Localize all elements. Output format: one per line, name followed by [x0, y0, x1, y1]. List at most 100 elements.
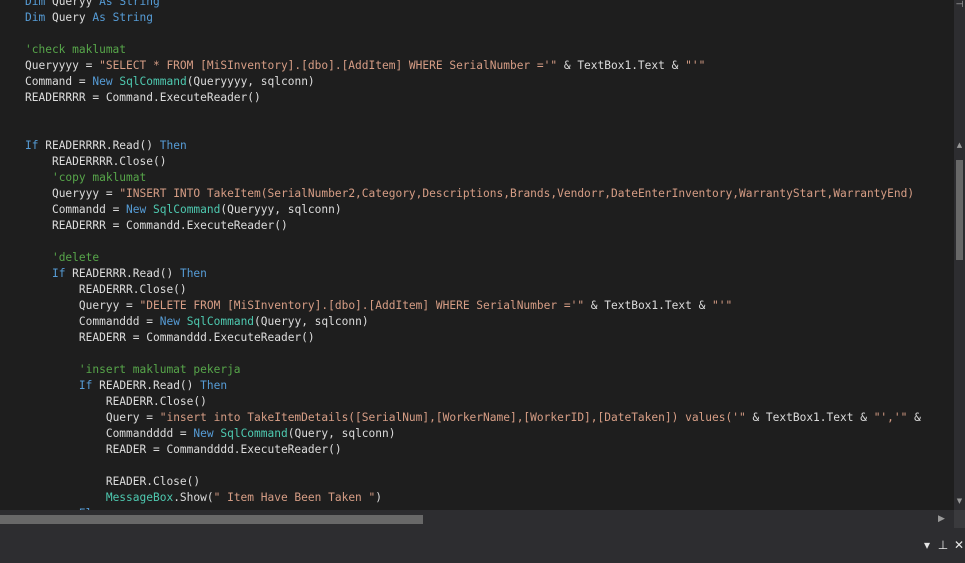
code-line: 'insert maklumat pekerja — [25, 362, 921, 378]
code-token-keyword: Dim — [25, 0, 46, 8]
code-line: Commandddd = New SqlCommand(Query, sqlco… — [25, 426, 921, 442]
code-token-string: "','" — [873, 411, 908, 424]
code-token-plain: (Queryyy, sqlconn) — [220, 203, 342, 216]
code-token-keyword: As — [92, 11, 106, 24]
code-token-string: "INSERT INTO TakeItem(SerialNumber2,Cate… — [119, 187, 915, 200]
code-token-plain: READERR.Close() — [105, 395, 207, 408]
code-token-plain: (Queryy, sqlconn) — [254, 315, 369, 328]
code-line: Dim Queryy As String — [25, 0, 921, 10]
code-token-keyword: If — [51, 267, 66, 280]
code-line: READERRRR.Close() — [25, 154, 921, 170]
code-token-plain: .Show( — [173, 491, 214, 504]
code-token-plain: Queryyy = — [51, 187, 120, 200]
code-token-comment: 'delete — [51, 251, 100, 264]
code-token-type: SqlCommand — [153, 203, 221, 216]
code-line: 'delete — [25, 250, 921, 266]
scroll-right-icon[interactable]: ▶ — [938, 513, 945, 525]
code-token-keyword: String — [112, 11, 154, 24]
code-line: READER.Close() — [25, 474, 921, 490]
split-icon[interactable]: ⊣ — [954, 0, 965, 11]
scrollbar-corner — [954, 510, 965, 528]
code-token-plain: & TextBox1.Text & — [557, 59, 686, 72]
code-token-keyword: New — [126, 203, 147, 216]
code-token-plain: Queryy — [45, 0, 100, 8]
scroll-down-icon[interactable]: ▼ — [954, 496, 965, 507]
code-token-plain: (Queryyyy, sqlconn) — [186, 75, 315, 88]
bottom-panel-bar: ▾ ⊥ ✕ — [0, 528, 965, 563]
code-token-type: SqlCommand — [220, 427, 288, 440]
code-token-plain: READERR.Read() — [92, 379, 201, 392]
code-token-string: "insert into TakeItemDetails([SerialNum]… — [159, 411, 746, 424]
code-line: READERRR.Close() — [25, 282, 921, 298]
code-token-comment: 'insert maklumat pekerja — [78, 363, 241, 376]
code-token-plain: READER.Close() — [105, 475, 201, 488]
code-token-plain: Commandd = — [51, 203, 127, 216]
code-line: MessageBox.Show(" Item Have Been Taken "… — [25, 490, 921, 506]
scroll-up-icon[interactable]: ▲ — [954, 140, 965, 151]
horizontal-scroll-thumb[interactable] — [0, 515, 423, 524]
code-token-plain: Query = — [105, 411, 160, 424]
code-token-string: "DELETE FROM [MiSInventory].[dbo].[AddIt… — [139, 299, 585, 312]
code-token-keyword: Then — [159, 139, 187, 152]
pin-icon[interactable]: ⊥ — [936, 538, 950, 552]
code-token-keyword: New — [159, 315, 180, 328]
code-line: Commandd = New SqlCommand(Queryyy, sqlco… — [25, 202, 921, 218]
code-token-plain: READER = Commandddd.ExecuteReader() — [105, 443, 342, 456]
code-token-keyword: As — [99, 0, 113, 8]
vertical-scrollbar[interactable]: ⊣ ▲ ▼ — [954, 0, 965, 510]
code-editor[interactable]: Dim Queryy As String Dim Query As String '… — [0, 0, 954, 510]
code-token-keyword: New — [193, 427, 214, 440]
code-token-plain: Queryyyy = — [25, 59, 100, 72]
code-token-comment: 'copy maklumat — [51, 171, 147, 184]
code-token-plain: READERRRR.Read() — [38, 139, 160, 152]
code-token-keyword: Dim — [25, 11, 46, 24]
code-token-plain: Query — [45, 11, 93, 24]
code-token-string: "'" — [685, 59, 706, 72]
code-token-type: MessageBox — [105, 491, 174, 504]
code-token-plain: READERRR.Read() — [65, 267, 180, 280]
code-token-string: "'" — [712, 299, 733, 312]
close-icon[interactable]: ✕ — [952, 538, 965, 552]
code-token-plain: ) — [375, 491, 383, 504]
code-line: Command = New SqlCommand(Queryyyy, sqlco… — [25, 74, 921, 90]
code-token-keyword: String — [119, 0, 160, 8]
code-line: 'check maklumat — [25, 42, 921, 58]
code-token-comment: 'check maklumat — [25, 43, 127, 56]
chevron-down-icon[interactable]: ▾ — [920, 538, 934, 552]
code-token-plain: & TextBox1.Text & — [584, 299, 713, 312]
code-line: Queryyy = "INSERT INTO TakeItem(SerialNu… — [25, 186, 921, 202]
code-lines: Dim Queryy As String Dim Query As String '… — [25, 0, 921, 510]
code-token-plain: Commanddd = — [78, 315, 160, 328]
horizontal-scrollbar[interactable]: ▶ — [0, 510, 954, 528]
code-token-plain: Commandddd = — [105, 427, 194, 440]
code-token-type: SqlCommand — [119, 75, 187, 88]
code-token-keyword: Then — [200, 379, 228, 392]
vertical-scroll-thumb[interactable] — [956, 160, 963, 260]
code-token-keyword: New — [92, 75, 113, 88]
code-token-type: SqlCommand — [186, 315, 255, 328]
code-token-keyword: If — [78, 379, 93, 392]
code-token-plain: & TextBox1.Text & — [745, 411, 874, 424]
